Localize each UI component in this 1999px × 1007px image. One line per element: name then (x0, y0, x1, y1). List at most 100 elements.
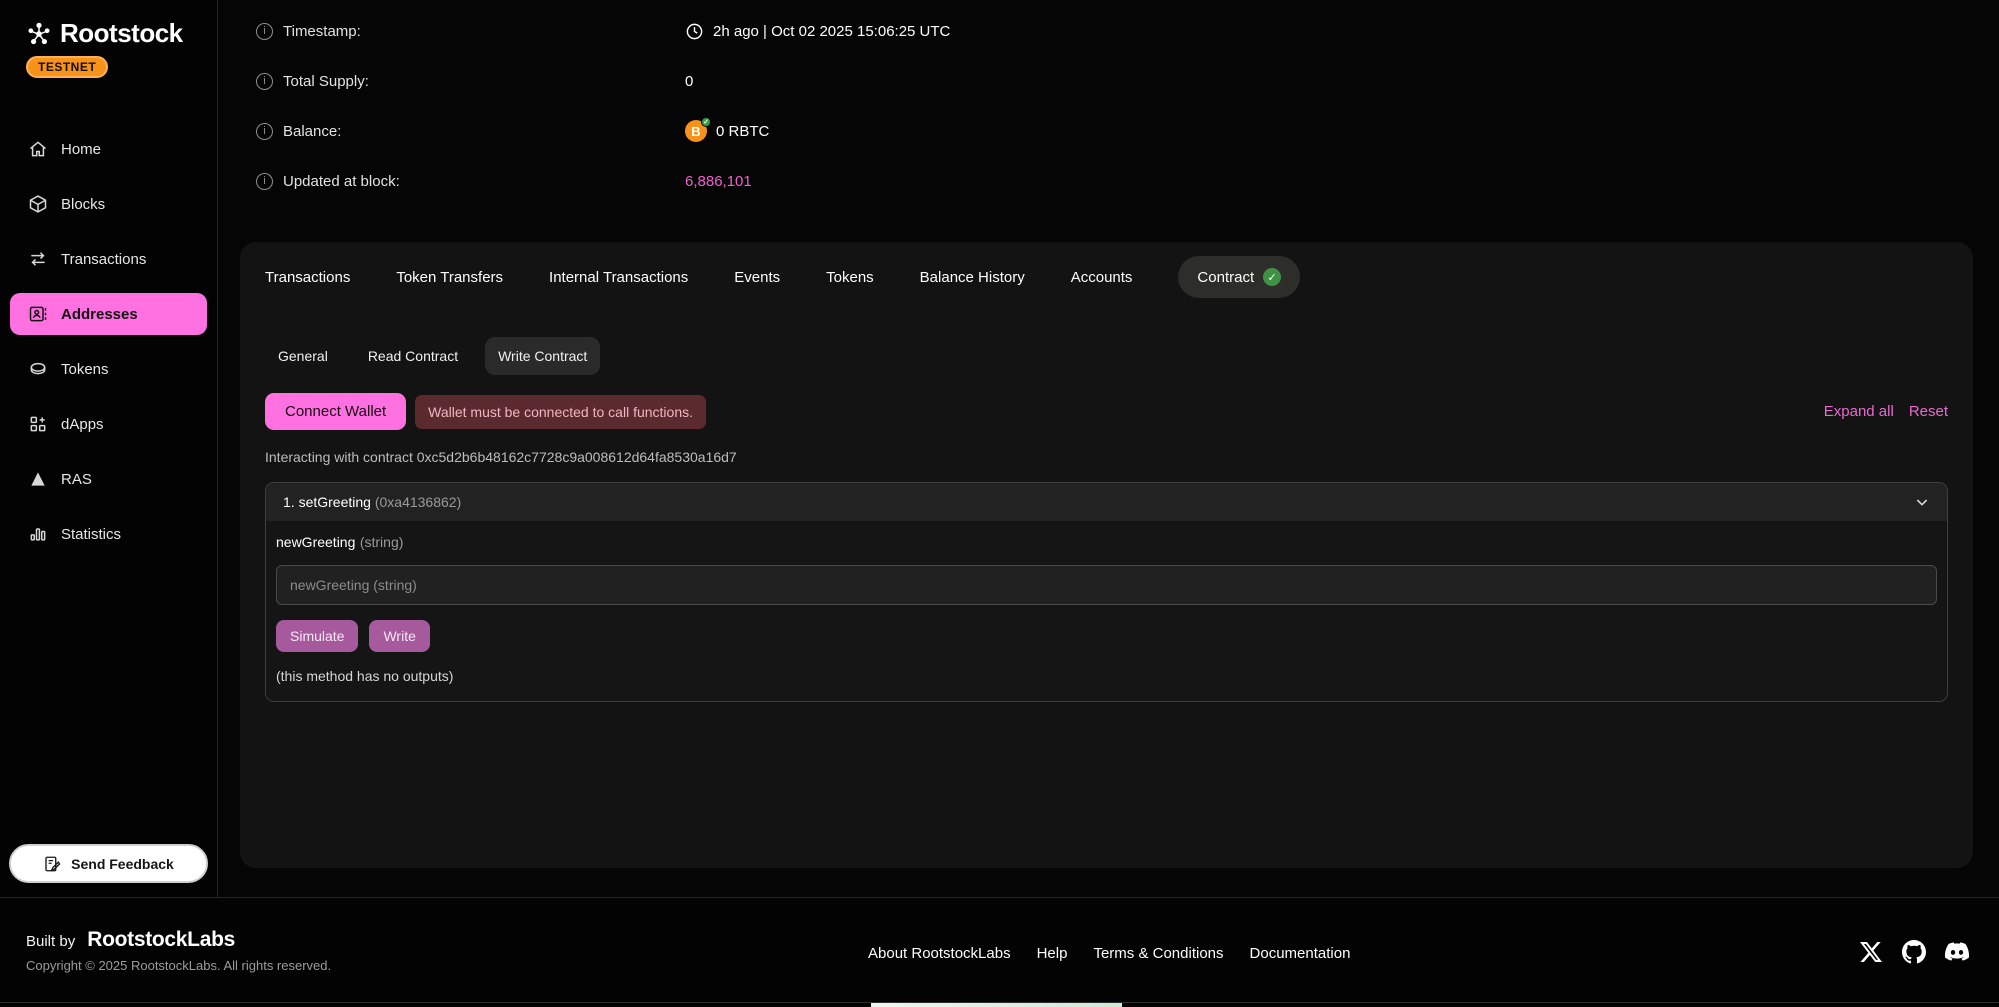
rbtc-token-icon: B✓ (685, 120, 707, 142)
main-content: i Timestamp: 2h ago | Oct 02 2025 15:06:… (218, 0, 1999, 897)
footer-social-icons (1859, 940, 1969, 964)
footer-link-help[interactable]: Help (1037, 945, 1068, 962)
sidebar-item-dapps[interactable]: dApps (10, 403, 207, 445)
param-name-label: newGreeting (276, 534, 355, 550)
footer-links: About RootstockLabs Help Terms & Conditi… (868, 945, 1350, 962)
tab-internal-transactions[interactable]: Internal Transactions (549, 257, 688, 298)
detail-row-balance: i Balance: B✓ 0 RBTC (256, 106, 1999, 156)
timestamp-value: 2h ago | Oct 02 2025 15:06:25 UTC (713, 23, 950, 40)
brand-logo[interactable]: Rootstock (0, 18, 217, 49)
tab-contract[interactable]: Contract ✓ (1178, 256, 1300, 298)
address-details: i Timestamp: 2h ago | Oct 02 2025 15:06:… (218, 0, 1999, 206)
chevron-down-icon[interactable] (1914, 494, 1930, 510)
sidebar-item-ras[interactable]: RAS (10, 458, 207, 500)
cube-icon (27, 194, 48, 215)
home-icon (27, 139, 48, 160)
detail-label: Updated at block: (283, 173, 400, 190)
app-root: Rootstock TESTNET Home Blocks Transactio… (0, 0, 1999, 1007)
verified-check-icon: ✓ (1263, 268, 1281, 286)
viewport-edge-artifact (871, 1003, 1122, 1007)
detail-label: Total Supply: (283, 73, 369, 90)
footer-link-about[interactable]: About RootstockLabs (868, 945, 1011, 962)
info-icon[interactable]: i (256, 73, 273, 90)
contact-card-icon (27, 304, 48, 325)
discord-icon[interactable] (1945, 940, 1969, 964)
footer: Built by RootstockLabs Copyright © 2025 … (0, 897, 1999, 1007)
sidebar-item-tokens[interactable]: Tokens (10, 348, 207, 390)
no-outputs-note: (this method has no outputs) (276, 668, 1937, 684)
detail-row-timestamp: i Timestamp: 2h ago | Oct 02 2025 15:06:… (256, 6, 1999, 56)
footer-link-terms[interactable]: Terms & Conditions (1093, 945, 1223, 962)
sidebar-item-label: Blocks (61, 196, 105, 213)
reset-link[interactable]: Reset (1909, 403, 1948, 420)
detail-row-total-supply: i Total Supply: 0 (256, 56, 1999, 106)
method-setgreeting-block: 1. setGreeting (0xa4136862) newGreeting … (265, 482, 1948, 702)
detail-label: Balance: (283, 123, 341, 140)
built-by-label: Built by (26, 933, 75, 950)
expand-all-link[interactable]: Expand all (1824, 403, 1894, 420)
info-icon[interactable]: i (256, 173, 273, 190)
sidebar-nav: Home Blocks Transactions Addresses Token… (0, 128, 217, 555)
sidebar-item-transactions[interactable]: Transactions (10, 238, 207, 280)
rootstock-logo-icon (26, 21, 52, 47)
rbtc-letter: B (691, 124, 700, 139)
detail-label: Timestamp: (283, 23, 361, 40)
brand-name: Rootstock (60, 18, 183, 49)
sidebar-item-label: dApps (61, 416, 104, 433)
info-icon[interactable]: i (256, 23, 273, 40)
tab-tokens[interactable]: Tokens (826, 257, 874, 298)
sidebar-item-label: RAS (61, 471, 92, 488)
sidebar-item-home[interactable]: Home (10, 128, 207, 170)
sidebar: Rootstock TESTNET Home Blocks Transactio… (0, 0, 218, 897)
x-icon[interactable] (1859, 940, 1883, 964)
simulate-button[interactable]: Simulate (276, 620, 358, 652)
method-actions: Simulate Write (276, 620, 1937, 652)
newgreeting-input[interactable] (276, 565, 1937, 605)
feedback-pencil-icon (43, 855, 61, 873)
clock-icon (685, 22, 704, 41)
address-tabs-card: Transactions Token Transfers Internal Tr… (240, 242, 1973, 868)
tab-bar: Transactions Token Transfers Internal Tr… (265, 256, 1948, 298)
total-supply-value: 0 (685, 73, 693, 90)
send-feedback-button[interactable]: Send Feedback (9, 844, 208, 883)
subtab-read-contract[interactable]: Read Contract (355, 337, 471, 375)
footer-link-documentation[interactable]: Documentation (1250, 945, 1351, 962)
subtab-write-contract[interactable]: Write Contract (485, 337, 600, 375)
connect-wallet-button[interactable]: Connect Wallet (265, 393, 406, 430)
wallet-warning-badge: Wallet must be connected to call functio… (415, 395, 706, 429)
coin-icon (27, 359, 48, 380)
tab-transactions[interactable]: Transactions (265, 257, 350, 298)
rootstocklabs-wordmark: RootstockLabs (87, 928, 235, 952)
tab-token-transfers[interactable]: Token Transfers (396, 257, 503, 298)
sidebar-item-label: Transactions (61, 251, 146, 268)
sidebar-item-label: Tokens (61, 361, 109, 378)
connect-wallet-row: Connect Wallet Wallet must be connected … (265, 393, 1948, 430)
method-accordion-header[interactable]: 1. setGreeting (0xa4136862) (266, 483, 1947, 521)
method-title: 1. setGreeting (283, 494, 371, 510)
tab-balance-history[interactable]: Balance History (920, 257, 1025, 298)
copyright-text: Copyright © 2025 RootstockLabs. All righ… (26, 958, 331, 973)
info-icon[interactable]: i (256, 123, 273, 140)
feedback-label: Send Feedback (71, 856, 174, 872)
block-number-link[interactable]: 6,886,101 (685, 173, 752, 190)
mountain-icon (27, 469, 48, 490)
sidebar-item-label: Addresses (61, 306, 138, 323)
tab-events[interactable]: Events (734, 257, 780, 298)
contract-subtabs: General Read Contract Write Contract (265, 337, 1948, 375)
testnet-badge: TESTNET (26, 56, 108, 78)
footer-brand-block: Built by RootstockLabs Copyright © 2025 … (26, 928, 331, 973)
sidebar-item-blocks[interactable]: Blocks (10, 183, 207, 225)
sidebar-item-addresses[interactable]: Addresses (10, 293, 207, 335)
tab-contract-label: Contract (1197, 269, 1254, 286)
interacting-contract-text: Interacting with contract 0xc5d2b6b48162… (265, 449, 1948, 465)
sidebar-item-label: Statistics (61, 526, 121, 543)
subtab-general[interactable]: General (265, 337, 341, 375)
detail-row-updated-block: i Updated at block: 6,886,101 (256, 156, 1999, 206)
method-selector: (0xa4136862) (375, 494, 461, 510)
tab-accounts[interactable]: Accounts (1071, 257, 1133, 298)
main-row: Rootstock TESTNET Home Blocks Transactio… (0, 0, 1999, 897)
write-button[interactable]: Write (369, 620, 429, 652)
sidebar-item-statistics[interactable]: Statistics (10, 513, 207, 555)
github-icon[interactable] (1902, 940, 1926, 964)
method-body: newGreeting (string) Simulate Write (thi… (266, 521, 1947, 701)
